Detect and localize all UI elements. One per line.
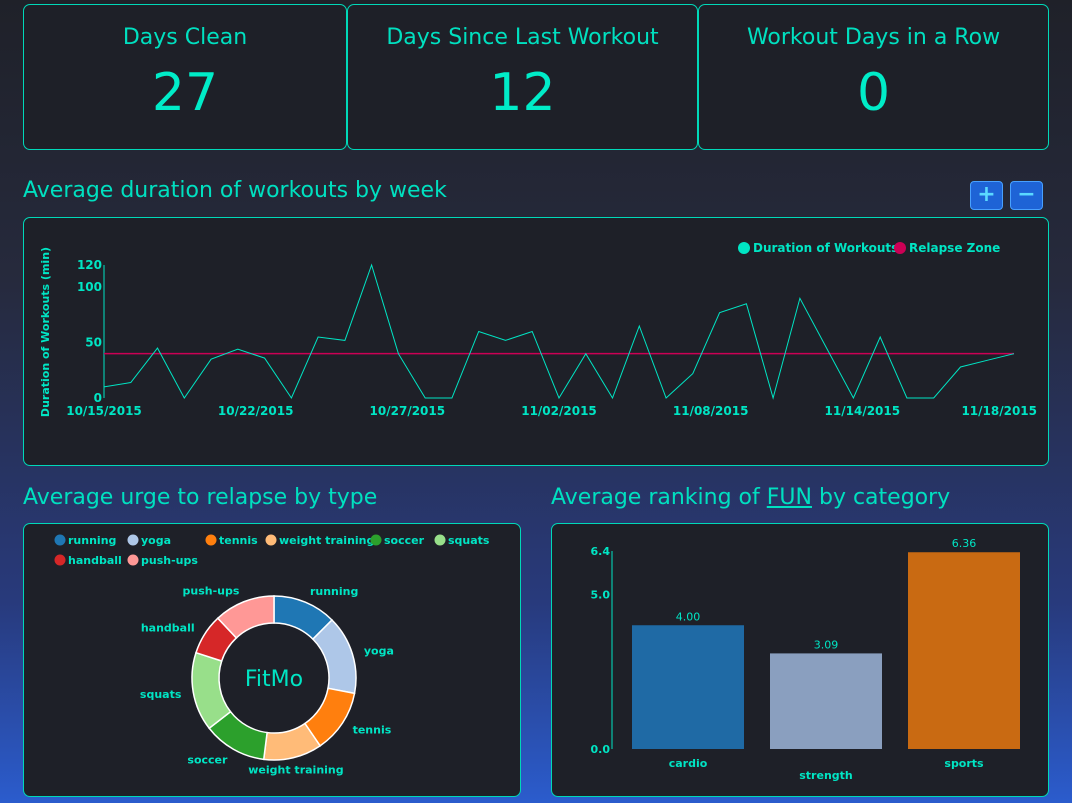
stat-value: 27 [151,63,219,123]
y-axis-label: Duration of Workouts (min) [39,247,52,417]
duration-series-line [103,263,1015,400]
fun-chart-panel: 0.0 5.0 6.4 4.00 cardio 3.09 strength 6.36 sport… [551,523,1049,797]
stat-title: Days Clean [122,25,248,50]
urge-section-title: Average urge to relapse by type [23,485,378,510]
y-tick-label: 0 [94,391,102,405]
legend-label-push-ups: push-ups [141,554,198,567]
legend-label-duration: Duration of Workouts [753,241,898,255]
legend-marker-handball [54,554,66,566]
legend-marker-squats [434,534,446,546]
legend-marker-duration [738,242,750,254]
x-tick-label: 10/27/2015 [370,404,446,418]
donut-slice-squats [191,651,232,730]
legend-marker-push-ups [127,554,139,566]
legend-label-tennis: tennis [219,534,258,547]
donut-label-weight-training: weight training [248,763,343,776]
bar-category-label: strength [799,769,853,782]
bar-sports [908,552,1020,749]
x-tick-label: 11/14/2015 [825,404,901,418]
donut-label-running: running [310,585,358,598]
stat-card-days-clean: Days Clean 27 [23,4,347,150]
x-tick-label: 10/15/2015 [66,404,142,418]
bar-cardio [632,625,744,749]
bar-category-label: sports [944,757,984,770]
legend-label-relapse: Relapse Zone [909,241,1000,255]
legend-marker-weight-training [265,534,277,546]
fun-title-suffix: by category [811,485,951,510]
donut-label-handball: handball [141,622,195,635]
fun-bar-chart: 0.0 5.0 6.4 4.00 cardio 3.09 strength 6.36 sport… [591,537,1020,782]
legend-marker-tennis [205,534,217,546]
donut-label-tennis: tennis [353,724,392,737]
x-tick-label: 11/02/2015 [521,404,597,418]
x-tick-label: 11/08/2015 [673,404,749,418]
donut-label-squats: squats [140,688,182,701]
stat-card-days-since-workout: Days Since Last Workout 12 [347,4,698,150]
donut-label-push-ups: push-ups [182,585,239,598]
stat-value: 0 [856,63,891,123]
x-tick-label: 10/22/2015 [218,404,294,418]
duration-line-chart: 0 50 100 120 Duration of Workouts (min) 10/15… [39,241,1037,418]
y-tick-label: 50 [85,336,102,350]
donut-label-soccer: soccer [187,754,228,767]
zoom-out-button[interactable]: − [1010,181,1043,210]
urge-donut-chart: running yoga tennis weight training soccer sq… [54,534,490,776]
fun-title-prefix: Average ranking of [551,485,767,510]
y-tick-label: 120 [77,258,102,272]
bar-category-label: cardio [669,757,708,770]
x-tick-label: 11/18/2015 [961,404,1037,418]
bar-strength [770,653,882,749]
y-tick-label: 0.0 [591,743,611,756]
duration-section-title: Average duration of workouts by week [23,178,447,203]
legend-marker-yoga [127,534,139,546]
legend-label-running: running [68,534,116,547]
stat-value: 12 [489,63,556,123]
legend-label-weight-training: weight training [279,534,374,547]
bar-value-label: 6.36 [952,537,977,550]
y-tick-label: 6.4 [591,545,611,558]
legend-label-squats: squats [448,534,490,547]
stat-card-workout-streak: Workout Days in a Row 0 [698,4,1049,150]
fun-link[interactable]: FUN [767,485,812,510]
stat-title: Days Since Last Workout [386,25,659,50]
bar-value-label: 4.00 [676,610,701,623]
donut-center-label: FitMo [245,667,303,692]
y-tick-label: 5.0 [591,588,611,601]
legend-label-soccer: soccer [384,534,425,547]
bar-value-label: 3.09 [814,638,839,651]
legend-marker-relapse [894,242,906,254]
stat-title: Workout Days in a Row [746,25,1001,50]
fun-section-title: Average ranking of FUN by category [551,485,950,510]
y-tick-label: 100 [77,280,102,294]
urge-chart-panel: running yoga tennis weight training soccer sq… [23,523,521,797]
duration-chart-panel: 0 50 100 120 Duration of Workouts (min) 10/15… [23,217,1049,466]
donut-label-yoga: yoga [364,644,394,657]
legend-marker-soccer [370,534,382,546]
zoom-in-button[interactable]: + [970,181,1003,210]
legend-label-handball: handball [68,554,122,567]
legend-marker-running [54,534,66,546]
legend-label-yoga: yoga [141,534,171,547]
